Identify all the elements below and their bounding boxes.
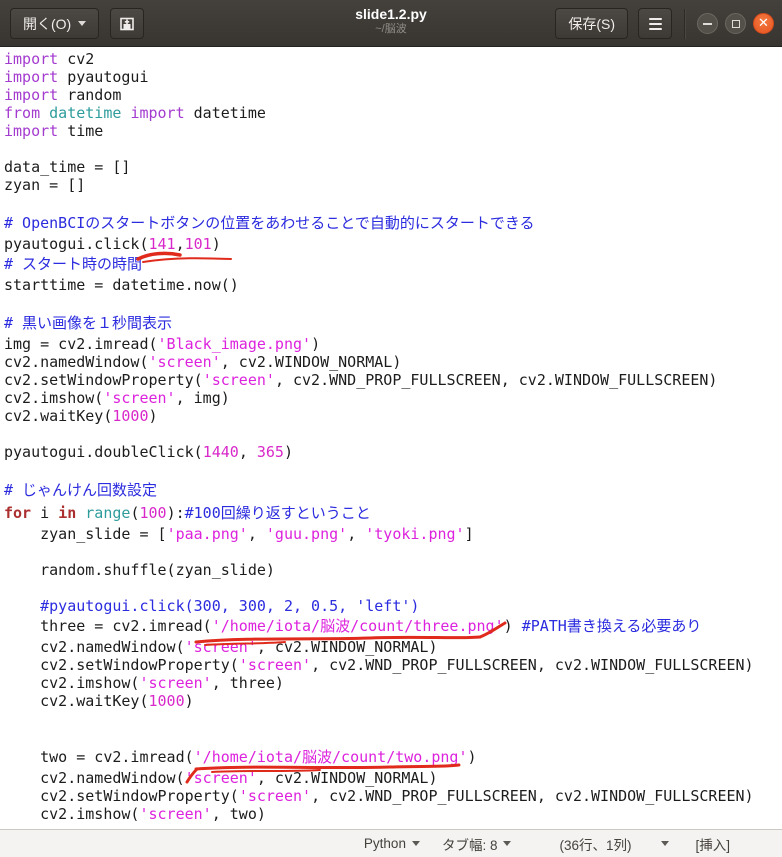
close-icon: ✕ — [758, 17, 769, 30]
language-selector[interactable]: Python — [364, 836, 420, 851]
code-line: import cv2 — [0, 50, 782, 68]
code-line: cv2.imshow('screen', three) — [0, 674, 782, 692]
code-line: # スタート時の時間 — [0, 253, 782, 276]
code-line: three = cv2.imread('/home/iota/脳波/count/… — [0, 615, 782, 638]
code-line — [0, 140, 782, 158]
code-line: #pyautogui.click(300, 300, 2, 0.5, 'left… — [0, 597, 782, 615]
code-line: # じゃんけん回数設定 — [0, 479, 782, 502]
code-line: random.shuffle(zyan_slide) — [0, 561, 782, 579]
code-line: zyan = [] — [0, 176, 782, 194]
minimize-button[interactable] — [697, 13, 718, 34]
code-editor[interactable]: import cv2import pyautoguiimport randomf… — [0, 47, 782, 829]
header-separator — [684, 9, 685, 39]
code-line: zyan_slide = ['paa.png', 'guu.png', 'tyo… — [0, 525, 782, 543]
tab-width-label: タブ幅: 8 — [442, 834, 498, 854]
new-document-button[interactable] — [110, 8, 144, 39]
code-line: import random — [0, 86, 782, 104]
window-subtitle: ~/脳波 — [241, 23, 541, 36]
code-line: data_time = [] — [0, 158, 782, 176]
save-button-label: 保存(S) — [568, 14, 615, 34]
chevron-down-icon — [661, 841, 669, 846]
tab-width-selector[interactable]: タブ幅: 8 — [442, 834, 512, 854]
window-title-area: slide1.2.py ~/脳波 — [241, 5, 541, 36]
menu-button[interactable] — [638, 8, 672, 39]
header-bar: 開く(O) slide1.2.py ~/脳波 保存(S) — [0, 0, 782, 47]
code-line: pyautogui.doubleClick(1440, 365) — [0, 443, 782, 461]
code-line: cv2.namedWindow('screen', cv2.WINDOW_NOR… — [0, 769, 782, 787]
code-line: import time — [0, 122, 782, 140]
code-line — [0, 728, 782, 746]
cursor-position: (36行、1列) — [559, 834, 631, 854]
code-line — [0, 194, 782, 212]
code-line — [0, 425, 782, 443]
code-line: cv2.namedWindow('screen', cv2.WINDOW_NOR… — [0, 638, 782, 656]
new-document-icon — [118, 15, 136, 33]
save-button[interactable]: 保存(S) — [555, 8, 628, 39]
code-line: import pyautogui — [0, 68, 782, 86]
minimize-icon — [703, 23, 712, 25]
goto-line-dropdown[interactable] — [661, 841, 669, 846]
code-line: # 黒い画像を１秒間表示 — [0, 312, 782, 335]
status-bar: Python タブ幅: 8 (36行、1列) [挿入] — [0, 829, 782, 857]
code-line: img = cv2.imread('Black_image.png') — [0, 335, 782, 353]
code-line — [0, 461, 782, 479]
code-line: cv2.imshow('screen', two) — [0, 805, 782, 823]
code-line: from datetime import datetime — [0, 104, 782, 122]
hamburger-icon — [649, 18, 662, 30]
code-line — [0, 710, 782, 728]
code-line — [0, 294, 782, 312]
code-line: # OpenBCIのスタートボタンの位置をあわせることで自動的にスタートできる — [0, 212, 782, 235]
code-line: pyautogui.click(141,101) — [0, 235, 782, 253]
code-line: cv2.waitKey(1000) — [0, 692, 782, 710]
chevron-down-icon — [503, 841, 511, 846]
gedit-window: 開く(O) slide1.2.py ~/脳波 保存(S) — [0, 0, 782, 857]
insert-mode-indicator: [挿入] — [695, 834, 730, 854]
code-line: two = cv2.imread('/home/iota/脳波/count/tw… — [0, 746, 782, 769]
code-line: cv2.waitKey(1000) — [0, 407, 782, 425]
code-line: cv2.setWindowProperty('screen', cv2.WND_… — [0, 656, 782, 674]
code-line: cv2.imshow('screen', img) — [0, 389, 782, 407]
code-line — [0, 579, 782, 597]
code-line: for i in range(100):#100回繰り返すということ — [0, 502, 782, 525]
open-button-label: 開く(O) — [23, 14, 71, 34]
language-label: Python — [364, 836, 406, 851]
code-line: starttime = datetime.now() — [0, 276, 782, 294]
code-text: import cv2import pyautoguiimport randomf… — [0, 50, 782, 823]
code-line — [0, 543, 782, 561]
maximize-icon — [732, 20, 740, 28]
chevron-down-icon — [78, 21, 86, 26]
maximize-button[interactable] — [725, 13, 746, 34]
code-line: cv2.setWindowProperty('screen', cv2.WND_… — [0, 371, 782, 389]
close-button[interactable]: ✕ — [753, 13, 774, 34]
code-line: cv2.setWindowProperty('screen', cv2.WND_… — [0, 787, 782, 805]
code-line: cv2.namedWindow('screen', cv2.WINDOW_NOR… — [0, 353, 782, 371]
open-button[interactable]: 開く(O) — [10, 8, 99, 39]
window-controls: ✕ — [697, 13, 774, 34]
chevron-down-icon — [412, 841, 420, 846]
window-title: slide1.2.py — [241, 5, 541, 23]
